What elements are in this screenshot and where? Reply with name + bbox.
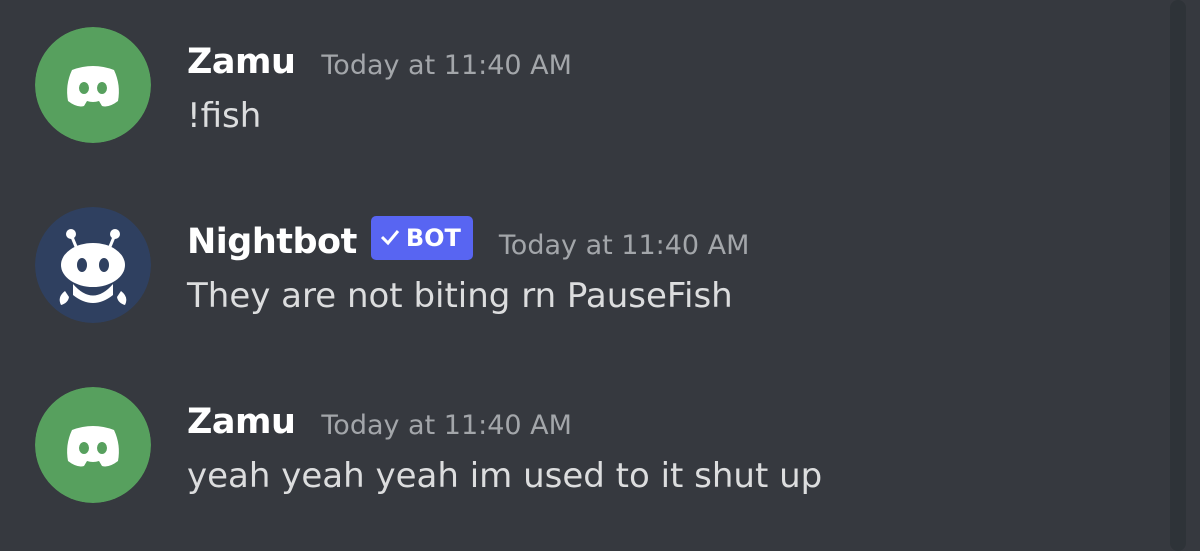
timestamp[interactable]: Today at 11:40 AM <box>321 50 572 81</box>
chat-message-list: Zamu Today at 11:40 AM !fish Nightbot BO… <box>0 0 1200 551</box>
message-header: Zamu Today at 11:40 AM <box>187 398 572 446</box>
avatar[interactable] <box>35 207 151 323</box>
message-content: !fish <box>187 96 262 136</box>
bot-tag-label: BOT <box>405 224 461 252</box>
timestamp[interactable]: Today at 11:40 AM <box>321 410 572 441</box>
chat-message: Zamu Today at 11:40 AM !fish <box>0 0 1150 150</box>
message-header: Zamu Today at 11:40 AM <box>187 38 572 86</box>
username[interactable]: Zamu <box>187 42 296 82</box>
nightbot-robot-icon <box>35 207 151 323</box>
discord-logo-icon <box>35 387 151 503</box>
avatar[interactable] <box>35 27 151 143</box>
timestamp[interactable]: Today at 11:40 AM <box>499 230 750 261</box>
scrollbar[interactable] <box>1170 0 1186 551</box>
bot-tag: BOT <box>370 216 473 260</box>
message-content: yeah yeah yeah im used to it shut up <box>187 456 823 496</box>
chat-message: Zamu Today at 11:40 AM yeah yeah yeah im… <box>0 360 1150 510</box>
avatar[interactable] <box>35 387 151 503</box>
message-header: Nightbot BOT Today at 11:40 AM <box>187 216 750 266</box>
message-content: They are not biting rn PauseFish <box>187 276 733 316</box>
username[interactable]: Nightbot <box>187 222 357 262</box>
discord-logo-icon <box>35 27 151 143</box>
chat-message: Nightbot BOT Today at 11:40 AM They are … <box>0 180 1150 330</box>
checkmark-icon <box>380 224 400 252</box>
username[interactable]: Zamu <box>187 402 296 442</box>
